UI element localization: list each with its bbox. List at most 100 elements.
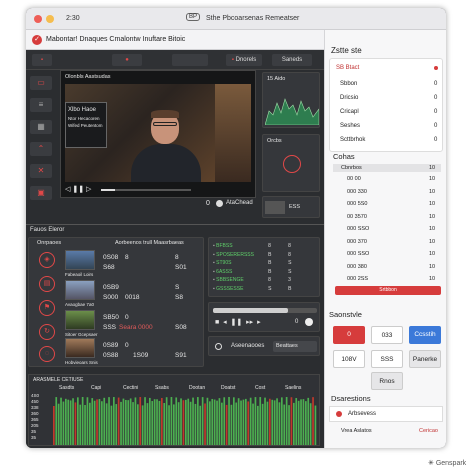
radio-icon[interactable] [215,343,222,350]
footer-right-link[interactable]: Cericao [419,428,438,434]
target-icon[interactable] [283,155,301,173]
footer-value-box[interactable]: Beattaes [273,341,317,352]
tab-saneds[interactable]: Saneds [272,54,312,66]
style-button-1[interactable]: 0 [333,326,365,344]
option-row[interactable]: Arbsevess [329,406,443,422]
list-item[interactable]: Sitoer Gcepsaer SB50 0 SSS Seara 0000 S0… [65,310,203,338]
list-item[interactable]: Hobvieoars Snis 0S89 0 0S88 1S09 S91 [65,338,203,366]
bar-texture [170,397,173,445]
primary-progress-button[interactable]: Srtbbon [335,286,441,295]
record-icon[interactable]: ✓ [32,35,42,45]
clock-label: 2:30 [66,15,80,22]
forward-icon[interactable]: ▸ [257,319,261,326]
bar-texture [91,398,94,445]
bar-texture [60,397,62,445]
log-row: ▪ SBBSENGE 8 3 [213,276,292,285]
tab-dnorels[interactable]: ▪ Dnorels [226,54,262,66]
record-toggle[interactable] [305,318,313,326]
stat-label: 000 5S0 [347,201,368,207]
progress-label: Srtbbon [379,287,397,293]
flag-icon[interactable]: ⚑ [39,300,55,316]
bar-texture [108,397,110,445]
single-button[interactable]: Rnos [371,372,403,390]
col-label: Capi [91,385,102,391]
col-label: Cectini [123,385,139,391]
bar-texture [165,397,168,445]
nav-button-4[interactable]: ⌃ [30,142,52,156]
bar-texture [89,402,91,445]
item-value: 8 [175,254,179,261]
video-frame[interactable]: Xlbo Haoe Ntor Hecacoren Wifed Peutentom [65,84,251,182]
chart-icon[interactable]: ▤ [39,276,55,292]
pause-icon[interactable]: ❚❚ [231,319,243,326]
list-tab-label[interactable]: Onrpaoes [37,240,61,246]
bar-texture [180,398,182,445]
layers-icon[interactable]: ◈ [39,252,55,268]
refresh-icon[interactable]: ↻ [39,324,55,340]
nav-button-2[interactable]: ≡ [30,98,52,112]
style-button-3[interactable]: Ccsstih [409,326,441,344]
log-val: 8 [288,243,291,249]
nav-button-5[interactable]: ✕ [30,164,52,178]
close-window-button[interactable] [34,15,42,23]
stat-value: 10 [429,213,436,220]
footer-left-link[interactable]: Vrea Aslatos [341,428,372,434]
pause-icon[interactable]: ❚❚ [72,186,84,193]
playbar-fill [213,308,288,313]
nav-button-1[interactable]: ▭ [30,76,52,90]
playbar-track[interactable] [213,308,317,313]
video-progress-track[interactable] [101,189,191,191]
bar-texture [175,397,178,445]
log-row: ▪ BFBSS 8 8 [213,242,292,251]
bar-texture [204,403,206,445]
bar-texture [101,401,103,445]
style-button-2[interactable]: 033 [371,326,403,344]
bar-texture [261,403,264,445]
bar-texture [242,399,245,445]
list-item[interactable]: Avaogbae 7a0 0SB9 S000 0018 S S8 [65,280,203,308]
bar-texture [247,401,250,445]
stat-value: 10 [429,251,436,257]
stat-row: 000 SSO 10 [333,226,441,239]
bar-texture [252,403,254,445]
item-value: 0 [125,342,129,349]
section-label: Fauos Eleror [30,227,65,233]
thumbnail [65,310,95,330]
style-button-5[interactable]: SSS [371,350,403,368]
previous-icon[interactable]: ◂ [223,319,227,326]
tab-0[interactable]: ▪ [32,54,52,66]
bar-texture [199,405,202,445]
skip-icon[interactable]: ▸▸ [246,319,253,326]
media-list-panel: Onrpaoes Aorbeenos trull Maasrbaeas ◈ ▤ … [28,237,204,367]
tab-3[interactable] [172,54,208,66]
nav-button-3[interactable]: ▦ [30,120,52,134]
watermark-label: Genspark [435,460,467,467]
minimize-window-button[interactable] [46,15,54,23]
play-icon[interactable]: ▷ [86,186,91,193]
col-label: Sasdts [59,385,75,391]
section-title-4: Dsarestions [331,394,371,403]
bar-texture [103,397,106,445]
log-val: B [288,285,292,292]
bar-texture [117,397,120,445]
list-item[interactable]: Fabeaoil Loirs 0S08 8 S68 8 S01 [65,250,203,278]
item-value: SSS [103,324,117,331]
nav-button-6[interactable]: ▣ [30,186,52,200]
stat-row: 000 5S0 10 [333,201,441,214]
style-button-6[interactable]: Panerke [409,350,441,368]
chat-icon[interactable]: ◌ [39,346,55,362]
style-button-4[interactable]: 108V [333,350,365,368]
bar-texture [113,397,115,445]
stop-icon[interactable]: ■ [215,319,219,326]
log-val: S [268,285,272,292]
skip-back-icon[interactable]: ◁ [65,186,70,193]
log-row: ▪ ST90S B S [213,259,292,268]
log-row: ▪ SPOSERERSSS B 8 [213,251,292,260]
bottom-chart-panel: ARASMELE CETIUSE Sasdts Capi Cectini Ssa… [28,374,320,446]
log-row: ▪ GSSSESSE S B [213,285,292,294]
tab-2[interactable]: ● [112,54,142,66]
bar-texture [221,402,223,445]
bar-texture [141,405,144,445]
bar-texture [309,403,312,445]
settings-icon[interactable] [216,200,223,207]
